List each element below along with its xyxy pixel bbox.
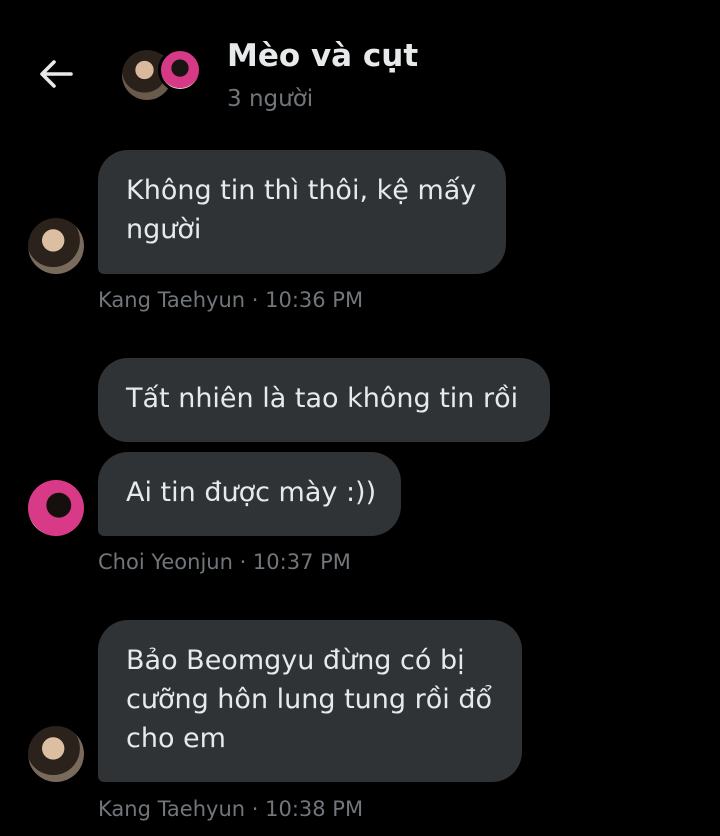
group-avatar[interactable] (122, 48, 202, 100)
message-bubble[interactable]: Tất nhiên là tao không tin rồi (98, 358, 550, 442)
message-text: Ai tin được mày :)) (126, 477, 377, 508)
back-button[interactable] (36, 54, 76, 94)
message-text: Tất nhiên là tao không tin rồi (126, 383, 519, 414)
message-meta: Choi Yeonjun · 10:37 PM (98, 550, 351, 574)
message-text: Bảo Beomgyu đừng có bị cưỡng hôn lung tu… (126, 645, 492, 754)
avatar[interactable] (28, 218, 84, 274)
arrow-left-icon (40, 60, 73, 88)
message-meta: Kang Taehyun · 10:36 PM (98, 288, 364, 312)
message-meta: Kang Taehyun · 10:38 PM (98, 797, 364, 821)
conversation-title[interactable]: Mèo và cụt (227, 38, 418, 74)
message-text: Không tin thì thôi, kệ mấy người (126, 175, 477, 245)
participant-count[interactable]: 3 người (227, 86, 313, 112)
message-bubble[interactable]: Không tin thì thôi, kệ mấy người (98, 150, 506, 274)
conversation-header: Mèo và cụt 3 người (0, 0, 720, 130)
message-bubble[interactable]: Bảo Beomgyu đừng có bị cưỡng hôn lung tu… (98, 620, 522, 782)
avatar[interactable] (28, 480, 84, 536)
message-bubble[interactable]: Ai tin được mày :)) (98, 452, 401, 536)
member-avatar-yeonjun (158, 48, 202, 92)
avatar[interactable] (28, 726, 84, 782)
